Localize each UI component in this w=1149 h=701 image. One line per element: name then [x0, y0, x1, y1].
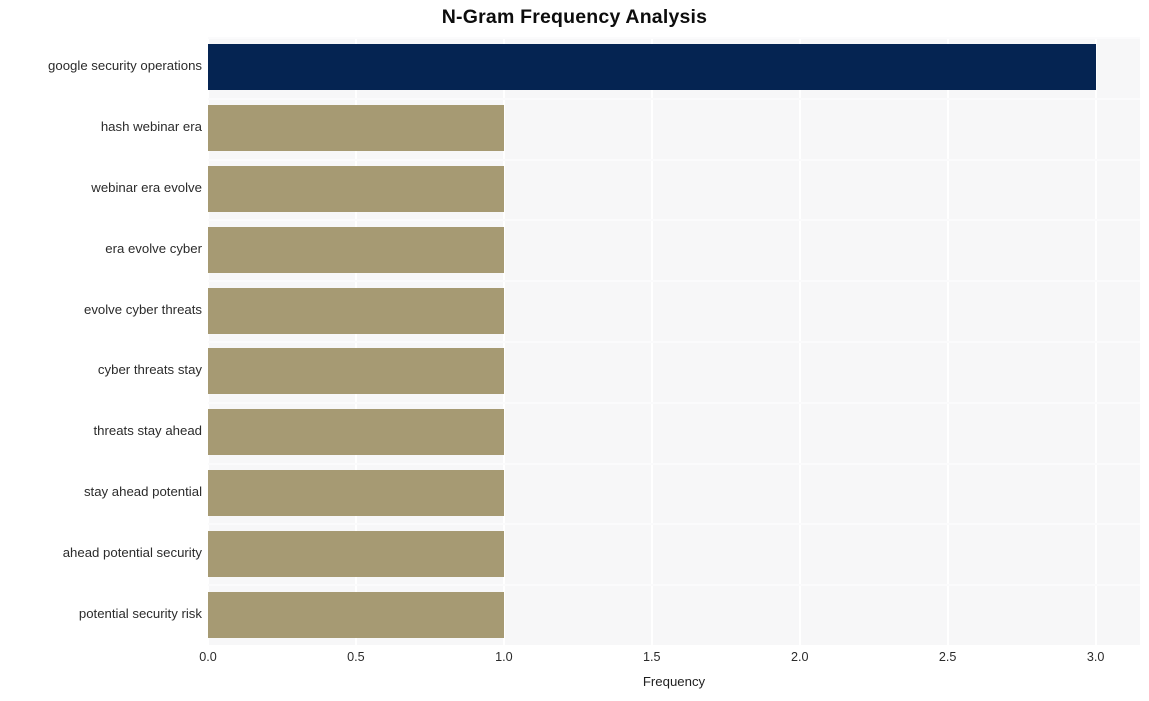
x-axis-label: Frequency: [642, 674, 706, 689]
x-axis-tick-label: 0.0: [199, 650, 217, 664]
y-axis-tick-label: stay ahead potential: [83, 484, 202, 499]
y-axis-tick-label: threats stay ahead: [93, 423, 202, 439]
y-gridline: [208, 523, 1140, 526]
y-gridline: [208, 158, 1140, 161]
y-gridline: [208, 280, 1140, 283]
y-axis-tick-label: webinar era evolve: [91, 180, 202, 195]
bar[interactable]: [208, 409, 504, 455]
y-gridline: [208, 37, 1140, 39]
x-axis-tick-label: 1.0: [495, 650, 513, 664]
y-gridline: [208, 584, 1140, 587]
y-gridline: [208, 219, 1140, 222]
bar[interactable]: [208, 44, 1096, 90]
x-axis-tick-label: 2.0: [790, 650, 809, 664]
y-axis-tick-label: ahead potential security: [62, 544, 202, 560]
x-axis-tick-label: 2.5: [938, 650, 957, 664]
x-axis-tick-label: 1.5: [643, 650, 661, 664]
bar[interactable]: [208, 348, 504, 394]
y-axis-tick-label: cyber threats stay: [97, 362, 202, 378]
x-axis-tick-labels: 0.0 0.5 1.0 1.5 2.0 2.5 3.0: [199, 650, 1140, 672]
y-gridline: [208, 462, 1140, 465]
bar[interactable]: [208, 105, 504, 151]
y-axis-tick-label: era evolve cyber: [105, 240, 202, 256]
y-gridline: [208, 401, 1140, 404]
y-gridline: [208, 97, 1140, 100]
chart-figure: N-Gram Frequency Analysis google securit…: [0, 0, 1149, 701]
bar[interactable]: [208, 227, 504, 273]
y-axis-tick-label: potential security risk: [78, 605, 202, 621]
bar[interactable]: [208, 531, 504, 577]
y-axis-tick-label: hash webinar era: [100, 119, 202, 135]
bar[interactable]: [208, 288, 504, 334]
y-axis-tick-label: google security operations: [48, 58, 202, 74]
bar[interactable]: [208, 592, 504, 638]
y-gridline: [208, 341, 1140, 343]
x-axis-tick-label: 0.5: [347, 650, 365, 664]
x-axis-tick-label: 3.0: [1086, 650, 1105, 664]
plot-area: [208, 37, 1140, 645]
y-axis-tick-label: evolve cyber threats: [83, 301, 202, 317]
bar[interactable]: [208, 166, 504, 212]
bar[interactable]: [208, 470, 504, 516]
y-axis-tick-labels: google security operations hash webinar e…: [0, 0, 202, 701]
